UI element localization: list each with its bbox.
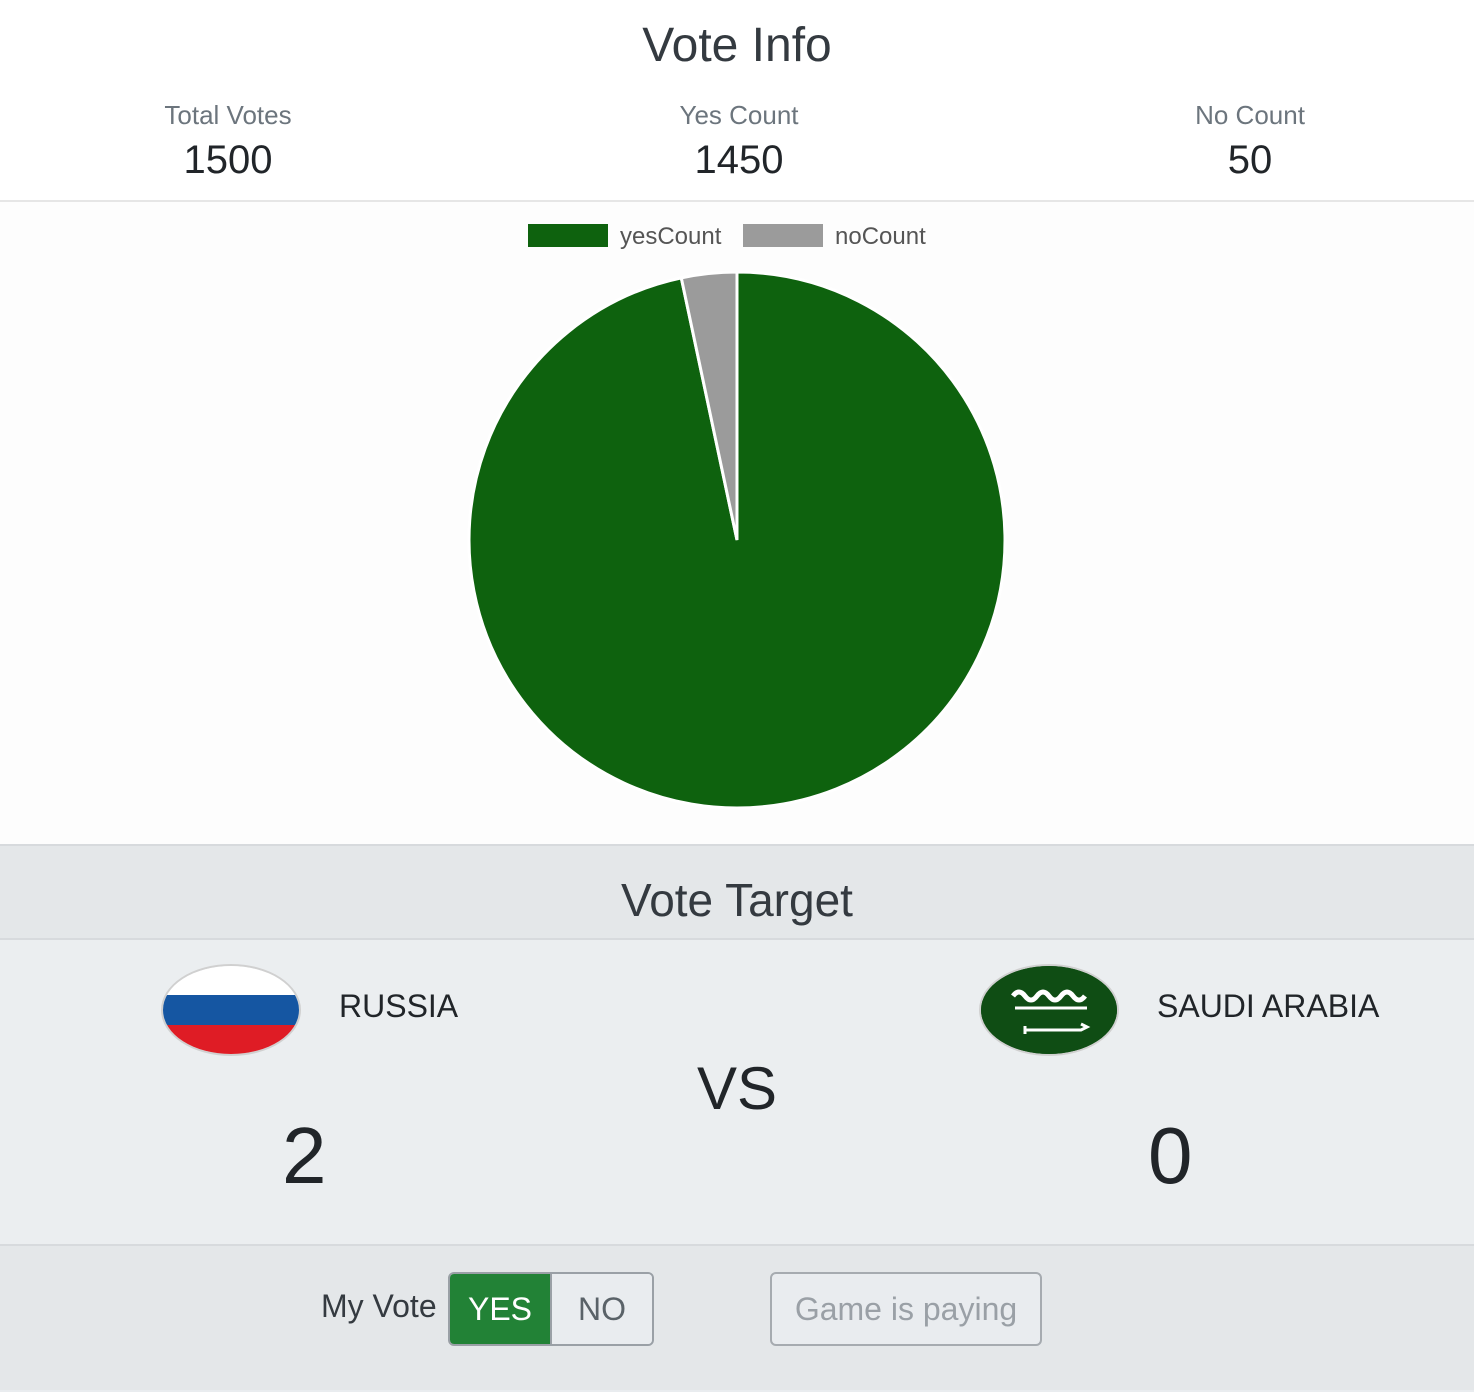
my-vote-bar: My Vote YES NO Game is paying xyxy=(0,1246,1474,1390)
yes-count-value: 1450 xyxy=(694,138,784,182)
yes-count-label: Yes Count xyxy=(679,100,799,130)
vote-chart-area: yesCount noCount xyxy=(0,202,1474,844)
saudi-arabia-flag-icon xyxy=(979,964,1119,1056)
vote-target-title: Vote Target xyxy=(621,874,853,926)
team-b-score: 0 xyxy=(1148,1111,1193,1200)
team-b-name: SAUDI ARABIA xyxy=(1157,988,1380,1024)
total-votes-label: Total Votes xyxy=(164,100,292,130)
no-count-value: 50 xyxy=(1227,138,1273,182)
no-count-label: No Count xyxy=(1195,100,1305,130)
page-title: Vote Info xyxy=(642,19,832,72)
vote-info-section: Vote Info Total Votes 1500 Yes Count 145… xyxy=(0,0,1474,202)
team-a-score: 2 xyxy=(282,1111,327,1200)
my-vote-label: My Vote xyxy=(321,1288,437,1324)
vote-toggle-group: YES NO xyxy=(448,1272,654,1346)
vote-yes-button[interactable]: YES xyxy=(450,1274,550,1344)
total-votes-stat: Total Votes 1500 xyxy=(78,100,378,186)
match-panel: RUSSIA 2 VS SAUDI ARABIA 0 xyxy=(0,940,1474,1246)
yes-count-stat: Yes Count 1450 xyxy=(589,100,889,186)
versus-label: VS xyxy=(696,1055,778,1122)
no-count-stat: No Count 50 xyxy=(1100,100,1400,186)
legend-swatch-noCount[interactable] xyxy=(743,224,823,247)
total-votes-value: 1500 xyxy=(183,138,273,182)
vote-no-button[interactable]: NO xyxy=(550,1274,652,1344)
vote-target-section: Vote Target RUSSIA 2 VS SAUDI ARABIA 0 M… xyxy=(0,844,1474,1392)
legend-label-yesCount[interactable]: yesCount xyxy=(620,223,722,250)
legend-label-noCount[interactable]: noCount xyxy=(835,223,926,250)
team-a-name: RUSSIA xyxy=(339,988,459,1024)
vote-pie-chart: yesCount noCount xyxy=(467,223,1007,810)
russia-flag-icon xyxy=(161,964,301,1056)
vote-target-header: Vote Target xyxy=(0,844,1474,940)
game-status-button[interactable]: Game is paying xyxy=(770,1272,1042,1346)
legend-swatch-yesCount[interactable] xyxy=(528,224,608,247)
